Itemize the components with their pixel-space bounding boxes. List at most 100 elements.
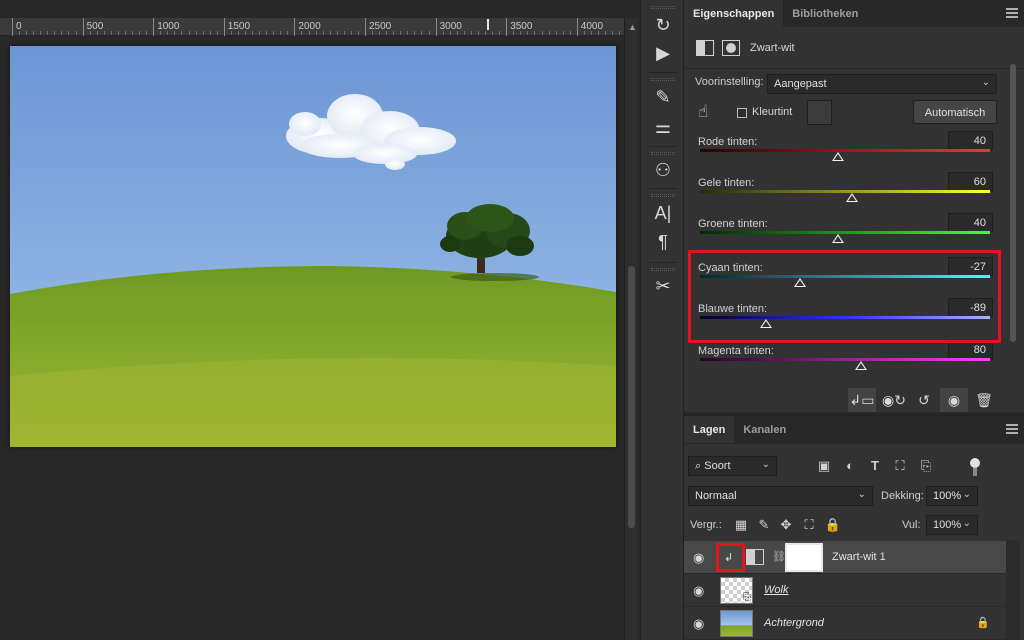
view-previous-icon[interactable]: ◉↻ [880,388,908,412]
tint-color-swatch[interactable] [807,100,832,125]
slider-value-field[interactable]: 80 [948,340,993,359]
slider-track[interactable] [700,231,990,234]
opacity-field[interactable]: 100% ⌄ [926,486,978,506]
lock-artboard-icon[interactable]: ⛶ [800,517,818,535]
filter-type-icon[interactable]: T [866,458,884,476]
filter-adjustment-icon[interactable]: ◐ [841,458,859,476]
lock-row: Vergr.: ▦ ✎ ✥ ⛶ 🔒 Vul: 100% ⌄ [684,515,1024,537]
divider [649,146,677,147]
slider-thumb[interactable] [845,193,858,202]
clip-to-layer-icon[interactable]: ↲▭ [848,388,876,412]
tab-libraries[interactable]: Bibliotheken [783,0,867,27]
tab-channels[interactable]: Kanalen [734,416,795,443]
trash-icon[interactable]: 🗑 [970,388,998,412]
lock-image-icon[interactable]: ✎ [755,517,773,535]
filter-pixel-icon[interactable]: ▣ [815,458,833,476]
adjustment-icon[interactable] [696,39,714,56]
slider-track[interactable] [700,358,990,361]
layer-row-background[interactable]: ◉ Achtergrond 🔒 [684,607,1006,640]
slider-track[interactable] [700,316,990,319]
lock-all-icon[interactable]: 🔒 [824,517,842,535]
preset-select[interactable]: Aangepast ⌄ [767,74,997,94]
document-image[interactable] [10,46,616,447]
eye-icon[interactable]: ◉ [693,550,704,566]
slider-thumb[interactable] [854,361,867,370]
tools-icon[interactable]: ✂ [649,273,677,299]
chevron-down-icon: ⌄ [962,518,971,529]
filter-shape-icon[interactable]: ⛶ [891,458,909,476]
ruler-minor-tick [273,31,275,35]
slider-thumb[interactable] [759,319,772,328]
ruler-minor-tick [195,31,197,35]
slider-value-field[interactable]: 60 [948,172,993,191]
layers-scrollbar[interactable] [1006,540,1020,640]
layer-name[interactable]: Wolk [764,584,788,596]
slider-track[interactable] [700,149,990,152]
layer-row-cloud[interactable]: ◉ ⎘ Wolk [684,574,1006,607]
layer-name[interactable]: Achtergrond [764,617,824,629]
canvas-vertical-scrollbar[interactable]: ▲ [624,18,638,640]
auto-button[interactable]: Automatisch [913,100,997,124]
ruler-minor-tick [103,31,105,35]
ruler-tick: 1000 [153,18,179,36]
slider-value-field[interactable]: 40 [948,213,993,232]
panel-menu-icon[interactable] [1006,424,1018,434]
ruler-minor-tick [202,31,204,35]
horizontal-ruler[interactable]: 0 500 1000 1500 2000 2500 3000 3500 4000 [0,18,642,36]
ruler-minor-tick [456,31,458,35]
slider-thumb[interactable] [794,278,807,287]
lock-transparent-icon[interactable]: ▦ [732,517,750,535]
panel-menu-icon[interactable] [1006,8,1018,18]
layer-filter-row: ⌕ Soort ⌄ ▣ ◐ T ⛶ ⎘ [684,456,1024,478]
scrollbar-thumb[interactable] [628,266,635,528]
ruler-minor-tick [266,31,268,35]
grip-handle[interactable] [651,268,675,271]
mask-icon[interactable] [722,39,740,56]
brush-settings-icon[interactable]: ✎ [649,84,677,110]
layer-name[interactable]: Zwart-wit 1 [832,551,886,563]
tab-layers[interactable]: Lagen [684,416,735,443]
character-icon[interactable]: A| [649,200,677,226]
paragraph-icon[interactable]: ¶ [649,229,677,255]
slider-value-field[interactable]: -27 [948,257,993,276]
grip-handle[interactable] [651,6,675,9]
filter-kind-select[interactable]: ⌕ Soort ⌄ [688,456,777,476]
grip-handle[interactable] [651,152,675,155]
grip-handle[interactable] [651,194,675,197]
brush-presets-icon[interactable]: ⚌ [649,114,677,140]
ruler-minor-tick [407,31,409,35]
tab-properties[interactable]: Eigenschappen [684,0,784,27]
slider-thumb[interactable] [832,152,845,161]
slider-track[interactable] [700,275,990,278]
scrollbar-thumb[interactable] [1010,64,1016,342]
reset-icon[interactable]: ↺ [910,388,938,412]
link-icon[interactable]: ⛓ [772,550,786,563]
ruler-minor-tick [89,31,91,35]
lock-position-icon[interactable]: ✥ [777,517,795,535]
history-icon[interactable]: ↻ [649,12,677,38]
eye-icon[interactable]: ◉ [693,616,704,632]
ruler-minor-tick [414,31,416,35]
grip-handle[interactable] [651,78,675,81]
targeted-adjustment-hand-icon[interactable]: ☝ [698,102,708,122]
fill-field[interactable]: 100% ⌄ [926,515,978,535]
blend-mode-select[interactable]: Normaal ⌄ [688,486,873,506]
layer-mask-thumbnail[interactable] [785,543,823,572]
filter-smart-object-icon[interactable]: ⎘ [917,458,935,476]
ruler-minor-tick [485,31,487,35]
scroll-up-icon[interactable]: ▲ [628,22,637,32]
clone-source-icon[interactable]: ⚇ [649,157,677,183]
layer-row-adjustment[interactable]: ◉ ↲ ⛓ Zwart-wit 1 [684,541,1006,574]
properties-scrollbar[interactable] [1008,60,1018,382]
visibility-icon[interactable]: ◉ [940,388,968,412]
eye-icon[interactable]: ◉ [693,583,704,599]
slider-value-field[interactable]: -89 [948,298,993,317]
filter-toggle[interactable] [970,458,980,476]
tint-checkbox[interactable] [737,108,747,118]
ruler-minor-tick [569,31,571,35]
slider-thumb[interactable] [832,234,845,243]
ruler-minor-tick [583,31,585,35]
slider-value-field[interactable]: 40 [948,131,993,150]
play-action-icon[interactable]: ▶ [649,40,677,66]
layer-thumbnail [720,610,753,637]
